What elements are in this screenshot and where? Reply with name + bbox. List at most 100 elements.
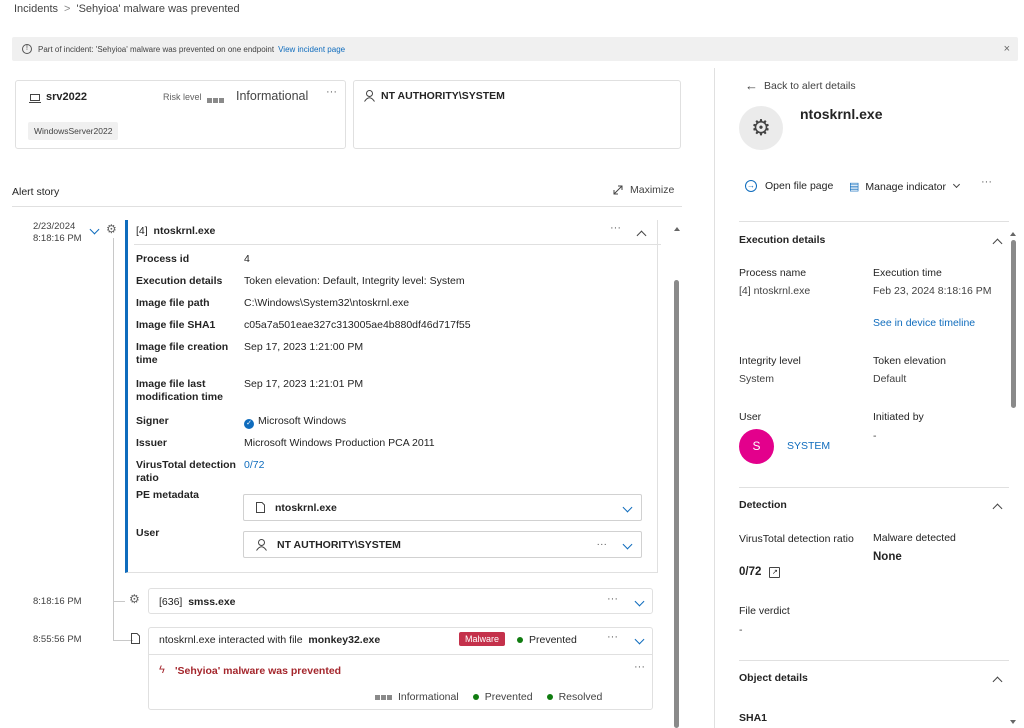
user-dropdown-value: NT AUTHORITY\SYSTEM bbox=[277, 538, 401, 551]
user-dropdown[interactable]: NT AUTHORITY\SYSTEM ··· bbox=[243, 531, 642, 558]
detail-row: Issuer Microsoft Windows Production PCA 2… bbox=[136, 437, 435, 449]
user-label: User bbox=[739, 411, 762, 423]
manage-indicator-button[interactable]: ▤ Manage indicator bbox=[849, 180, 961, 193]
gear-icon: ⚙ bbox=[129, 592, 140, 606]
panel-more-button[interactable]: ··· bbox=[981, 176, 992, 188]
token-label: Token elevation bbox=[873, 355, 946, 367]
process-collapse-button[interactable] bbox=[636, 230, 647, 242]
person-icon bbox=[364, 90, 375, 102]
detection-header[interactable]: Detection bbox=[739, 499, 787, 511]
execution-time-value: Feb 23, 2024 8:18:16 PM bbox=[873, 285, 992, 297]
incident-banner: ! Part of incident: 'Sehyioa' malware wa… bbox=[12, 37, 1018, 61]
child-process-card[interactable]: [636] smss.exe ··· bbox=[148, 588, 653, 614]
device-card[interactable]: srv2022 Risk level Informational ··· Win… bbox=[15, 80, 346, 149]
vt-value: 0/72 bbox=[739, 566, 762, 578]
maximize-button[interactable]: Maximize bbox=[612, 184, 674, 196]
initiated-by-label: Initiated by bbox=[873, 411, 924, 423]
token-value: Default bbox=[873, 373, 907, 385]
maximize-icon bbox=[613, 185, 623, 195]
process-title[interactable]: [4] ntoskrnl.exe bbox=[136, 225, 215, 237]
process-more-button[interactable]: ··· bbox=[610, 222, 621, 234]
scroll-down-arrow[interactable] bbox=[1010, 720, 1016, 724]
execution-details-header[interactable]: Execution details bbox=[739, 234, 825, 246]
breadcrumb-incidents[interactable]: Incidents bbox=[14, 3, 58, 15]
chevron-down-icon[interactable] bbox=[634, 596, 645, 608]
detail-row: Execution details Token elevation: Defaul… bbox=[136, 275, 465, 287]
chevron-down-icon[interactable] bbox=[634, 634, 645, 646]
open-file-button[interactable]: → Open file page bbox=[745, 180, 833, 192]
file-icon bbox=[256, 502, 265, 513]
chevron-down-icon bbox=[622, 502, 633, 514]
close-icon[interactable]: × bbox=[1004, 43, 1010, 55]
file-event-time: 8:55:56 PM bbox=[33, 634, 82, 645]
right-panel: ← Back to alert details ⚙ ntoskrnl.exe →… bbox=[715, 68, 1024, 728]
detail-row: Image file last modification time Sep 17,… bbox=[136, 378, 364, 403]
collapse-icon[interactable] bbox=[992, 676, 1003, 688]
process-date: 2/23/2024 8:18:16 PM bbox=[33, 221, 82, 244]
collapse-icon[interactable] bbox=[992, 238, 1003, 250]
alert-title-link[interactable]: 'Sehyioa' malware was prevented bbox=[175, 665, 341, 677]
detail-row: Process id 4 bbox=[136, 253, 250, 265]
risk-level-label: Risk level bbox=[163, 92, 202, 102]
file-verdict-value: - bbox=[739, 624, 743, 636]
malware-detected-value: None bbox=[873, 551, 902, 563]
process-name-value: [4] ntoskrnl.exe bbox=[739, 285, 811, 297]
copy-icon[interactable]: ↗ bbox=[769, 566, 781, 578]
vt-value-row: 0/72 ↗ bbox=[739, 566, 781, 578]
device-more-button[interactable]: ··· bbox=[326, 86, 337, 98]
info-icon: ! bbox=[22, 44, 32, 54]
user-name[interactable]: NT AUTHORITY\SYSTEM bbox=[381, 90, 505, 102]
collapse-toggle[interactable] bbox=[89, 224, 100, 236]
detail-row: Image file SHA1 c05a7a501eae327c313005ae4… bbox=[136, 319, 471, 331]
view-incident-link[interactable]: View incident page bbox=[278, 45, 345, 54]
panel-title: ntoskrnl.exe bbox=[800, 106, 883, 122]
chevron-down-icon bbox=[622, 539, 633, 551]
risk-level-value: Informational bbox=[236, 89, 309, 103]
indicator-icon: ▤ bbox=[849, 181, 860, 193]
file-event-card[interactable]: ntoskrnl.exe interacted with file monkey… bbox=[148, 627, 653, 710]
file-event-status: Prevented bbox=[517, 634, 577, 646]
initiated-by-value: - bbox=[873, 430, 877, 442]
maximize-label: Maximize bbox=[630, 184, 675, 196]
gear-icon: ⚙ bbox=[106, 222, 117, 236]
alert-status-row: Informational Prevented Resolved bbox=[375, 691, 602, 703]
file-event-more-button[interactable]: ··· bbox=[607, 631, 618, 643]
device-timeline-link[interactable]: See in device timeline bbox=[873, 317, 975, 329]
right-scrollbar[interactable] bbox=[1011, 240, 1016, 408]
user-more-button[interactable]: ··· bbox=[597, 538, 608, 550]
back-button[interactable]: ← Back to alert details bbox=[745, 78, 856, 93]
child-process-title: [636] smss.exe bbox=[159, 596, 236, 608]
malware-badge: Malware bbox=[459, 632, 506, 646]
scroll-up-arrow[interactable] bbox=[1010, 232, 1016, 236]
user-card[interactable]: NT AUTHORITY\SYSTEM bbox=[353, 80, 681, 149]
child-process-time: 8:18:16 PM bbox=[33, 596, 82, 607]
malware-detected-label: Malware detected bbox=[873, 532, 956, 544]
alert-story-title: Alert story bbox=[12, 186, 60, 198]
breadcrumb-separator: > bbox=[64, 3, 71, 15]
banner-text: Part of incident: 'Sehyioa' malware was … bbox=[38, 44, 275, 54]
file-event-text: ntoskrnl.exe interacted with file monkey… bbox=[159, 634, 381, 646]
scroll-up-arrow[interactable] bbox=[674, 227, 680, 231]
breadcrumb-current: 'Sehyioa' malware was prevented bbox=[76, 3, 240, 15]
laptop-icon bbox=[29, 94, 41, 103]
device-name[interactable]: srv2022 bbox=[46, 91, 87, 103]
pe-metadata-dropdown[interactable]: ntoskrnl.exe bbox=[243, 494, 642, 521]
verified-icon: ✓ bbox=[244, 419, 254, 429]
tree-line bbox=[113, 238, 114, 596]
alert-more-button[interactable]: ··· bbox=[634, 661, 645, 673]
back-arrow-icon: ← bbox=[745, 78, 758, 93]
integrity-value: System bbox=[739, 373, 775, 385]
os-tag: WindowsServer2022 bbox=[28, 122, 119, 140]
risk-level-bars bbox=[207, 94, 225, 106]
open-file-icon: → bbox=[745, 180, 757, 192]
gear-icon: ⚙ bbox=[739, 106, 783, 150]
left-scrollbar[interactable] bbox=[674, 280, 679, 728]
object-details-header[interactable]: Object details bbox=[739, 672, 808, 684]
breadcrumb: Incidents > 'Sehyioa' malware was prevente… bbox=[14, 3, 240, 15]
user-system-link[interactable]: SYSTEM bbox=[787, 440, 830, 452]
collapse-icon[interactable] bbox=[992, 503, 1003, 515]
execution-time-label: Execution time bbox=[873, 267, 942, 279]
child-more-button[interactable]: ··· bbox=[607, 593, 618, 605]
pe-metadata-value: ntoskrnl.exe bbox=[275, 501, 337, 514]
virustotal-link[interactable]: 0/72 bbox=[244, 459, 264, 489]
